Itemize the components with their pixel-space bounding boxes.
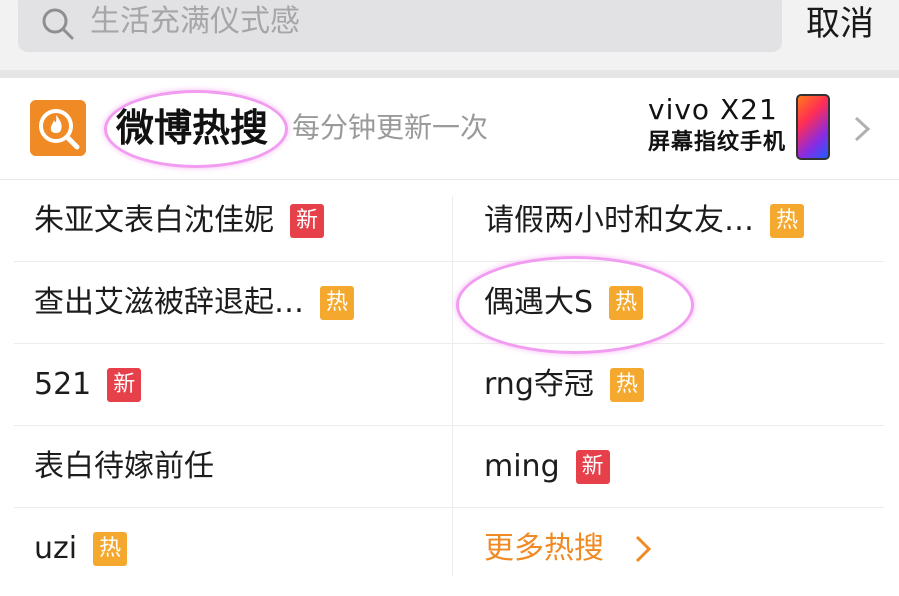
ad-text[interactable]: 屏幕指纹手机	[648, 128, 786, 158]
section-divider	[0, 70, 899, 78]
highlight-circle	[104, 90, 288, 168]
hot-item-text: rng夺冠	[484, 367, 594, 402]
hot-item[interactable]: rng夺冠 热	[484, 344, 644, 426]
search-input[interactable]: 生活充满仪式感	[18, 0, 782, 52]
hot-item-text: 查出艾滋被辞退起…	[34, 285, 304, 320]
hot-badge: 热	[320, 286, 354, 320]
ad-brand[interactable]: vivo X21	[648, 92, 778, 128]
chevron-right-icon[interactable]	[850, 114, 874, 144]
hot-item-text: 请假两小时和女友…	[484, 203, 754, 238]
search-icon	[42, 8, 74, 40]
chevron-right-icon	[635, 535, 652, 563]
hot-item[interactable]: 查出艾滋被辞退起… 热	[34, 262, 354, 344]
hot-item[interactable]: ming 新	[484, 426, 610, 508]
hot-item-text: 朱亚文表白沈佳妮	[34, 203, 274, 238]
highlight-circle	[456, 256, 694, 354]
hot-row: 查出艾滋被辞退起… 热 偶遇大S 热	[14, 262, 884, 344]
hot-badge: 热	[609, 368, 644, 402]
update-frequency-text: 每分钟更新一次	[292, 111, 489, 144]
hot-row: uzi 热 更多热搜	[14, 508, 884, 590]
hot-item[interactable]: 朱亚文表白沈佳妮 新	[34, 180, 324, 262]
flame-search-logo-icon	[30, 100, 86, 156]
new-badge: 新	[575, 450, 610, 484]
hot-item-text: 表白待嫁前任	[34, 449, 214, 484]
hot-row: 朱亚文表白沈佳妮 新 请假两小时和女友… 热	[14, 180, 884, 262]
phone-image[interactable]	[796, 94, 830, 160]
hot-search-grid: 朱亚文表白沈佳妮 新 请假两小时和女友… 热 查出艾滋被辞退起… 热 偶遇大S …	[0, 180, 899, 596]
hot-search-card: 微博热搜 每分钟更新一次 vivo X21 屏幕指纹手机 朱亚文表白沈佳妮 新 …	[0, 78, 899, 596]
hot-item[interactable]: 表白待嫁前任	[34, 426, 214, 508]
hot-item-text: 521	[34, 367, 92, 402]
column-divider	[452, 196, 453, 576]
hot-item[interactable]: uzi 热	[34, 508, 128, 590]
search-bar: 生活充满仪式感 取消	[0, 0, 899, 72]
hot-badge: 热	[93, 532, 128, 566]
hot-item-text: uzi	[34, 531, 78, 566]
hot-item[interactable]: 请假两小时和女友… 热	[484, 180, 804, 262]
hot-item[interactable]: 521 新	[34, 344, 142, 426]
hot-row: 表白待嫁前任 ming 新	[14, 426, 884, 508]
search-placeholder: 生活充满仪式感	[90, 4, 300, 39]
more-hot-search-label: 更多热搜	[484, 531, 604, 566]
new-badge: 新	[290, 204, 324, 238]
new-badge: 新	[107, 368, 142, 402]
cancel-button[interactable]: 取消	[806, 0, 874, 48]
hot-row: 521 新 rng夺冠 热	[14, 344, 884, 426]
hot-search-header: 微博热搜 每分钟更新一次 vivo X21 屏幕指纹手机	[0, 78, 899, 180]
hot-item-text: ming	[484, 449, 560, 484]
hot-badge: 热	[770, 204, 804, 238]
more-hot-search-link[interactable]: 更多热搜	[484, 508, 652, 590]
